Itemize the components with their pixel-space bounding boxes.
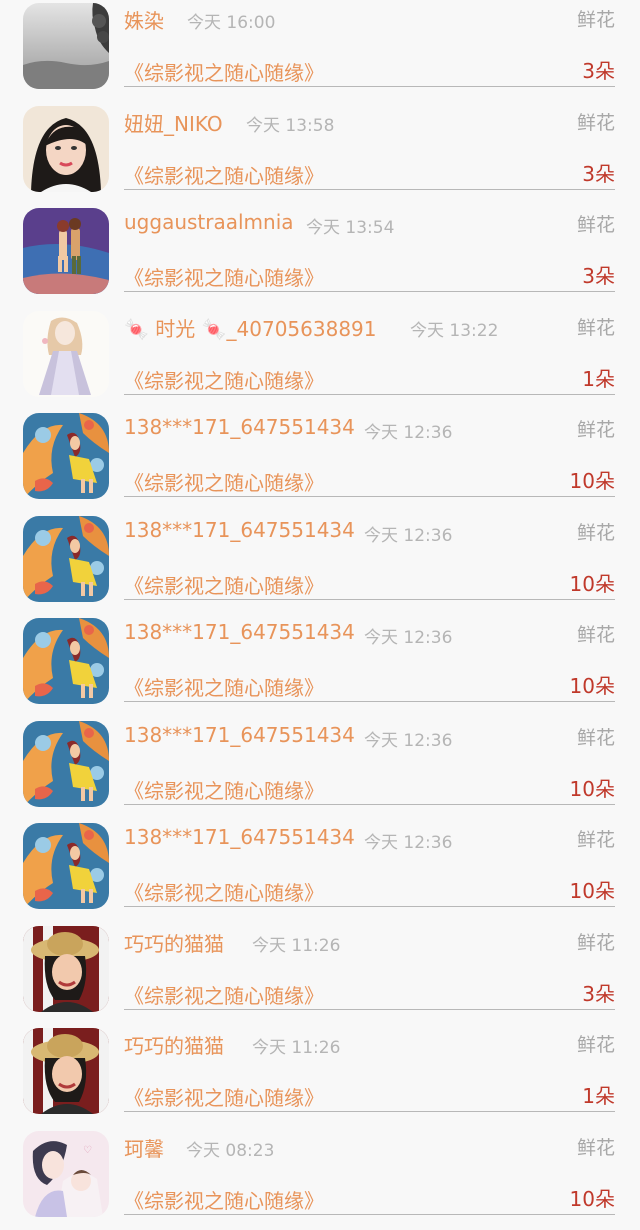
timestamp: 今天 12:36 — [364, 726, 452, 751]
gift-type-label: 鲜花 — [577, 108, 615, 135]
list-item[interactable]: uggaustraalmnia 今天 13:54 鲜花 《综影视之随心随缘》 3… — [0, 205, 640, 308]
divider — [124, 394, 615, 395]
user-name[interactable]: 珂馨 — [124, 1133, 164, 1162]
gift-type-label: 鲜花 — [577, 415, 615, 442]
gift-type-label: 鲜花 — [577, 5, 615, 32]
list-item[interactable]: 妞妞_NIKO 今天 13:58 鲜花 《综影视之随心随缘》 3朵 — [0, 103, 640, 206]
gift-count: 3朵 — [582, 55, 615, 84]
woman-straw-hat-avatar[interactable] — [23, 1028, 109, 1114]
cartoon-girl-blue-avatar[interactable] — [23, 823, 109, 909]
book-title[interactable]: 《综影视之随心随缘》 — [124, 672, 324, 701]
user-name[interactable]: 138***171_647551434 — [124, 723, 355, 747]
user-name[interactable]: 妞妞_NIKO — [124, 108, 223, 137]
book-title[interactable]: 《综影视之随心随缘》 — [124, 1185, 324, 1214]
gift-type-label: 鲜花 — [577, 518, 615, 545]
gift-count: 10朵 — [570, 465, 615, 494]
book-title[interactable]: 《综影视之随心随缘》 — [124, 775, 324, 804]
list-item[interactable]: 138***171_647551434 今天 12:36 鲜花 《综影视之随心随… — [0, 718, 640, 821]
timestamp: 今天 08:23 — [186, 1136, 274, 1161]
book-title[interactable]: 《综影视之随心随缘》 — [124, 57, 324, 86]
cartoon-girl-blue-avatar[interactable] — [23, 618, 109, 704]
cartoon-girl-blue-avatar[interactable] — [23, 516, 109, 602]
portrait-woman-avatar[interactable] — [23, 106, 109, 192]
list-item[interactable]: 138***171_647551434 今天 12:36 鲜花 《综影视之随心随… — [0, 410, 640, 513]
list-item[interactable]: ♡ 珂馨 今天 08:23 鲜花 《综影视之随心随缘》 10朵 — [0, 1128, 640, 1230]
woman-straw-hat-avatar[interactable] — [23, 926, 109, 1012]
user-name[interactable]: 巧巧的猫猫 — [124, 928, 224, 957]
divider — [124, 86, 615, 87]
timestamp: 今天 12:36 — [364, 828, 452, 853]
divider — [124, 906, 615, 907]
couple-on-beach-avatar[interactable] — [23, 208, 109, 294]
user-name[interactable]: 🍬 时光 🍬_40705638891 — [124, 313, 377, 342]
svg-text:♡: ♡ — [83, 1145, 92, 1156]
divider — [124, 804, 615, 805]
gift-type-label: 鲜花 — [577, 620, 615, 647]
divider — [124, 496, 615, 497]
user-name[interactable]: 巧巧的猫猫 — [124, 1030, 224, 1059]
list-item[interactable]: 🍬 时光 🍬_40705638891 今天 13:22 鲜花 《综影视之随心随缘… — [0, 308, 640, 411]
gift-type-label: 鲜花 — [577, 1133, 615, 1160]
divider — [124, 291, 615, 292]
gift-type-label: 鲜花 — [577, 210, 615, 237]
timestamp: 今天 13:54 — [306, 213, 394, 238]
timestamp: 今天 11:26 — [252, 1033, 340, 1058]
book-title[interactable]: 《综影视之随心随缘》 — [124, 877, 324, 906]
gift-count: 3朵 — [582, 978, 615, 1007]
user-name[interactable]: 138***171_647551434 — [124, 825, 355, 849]
divider — [124, 1009, 615, 1010]
list-item[interactable]: 巧巧的猫猫 今天 11:26 鲜花 《综影视之随心随缘》 1朵 — [0, 1025, 640, 1128]
user-name[interactable]: 138***171_647551434 — [124, 518, 355, 542]
timestamp: 今天 12:36 — [364, 623, 452, 648]
gift-count: 1朵 — [582, 1080, 615, 1109]
book-title[interactable]: 《综影视之随心随缘》 — [124, 467, 324, 496]
gift-count: 10朵 — [570, 568, 615, 597]
gift-count: 10朵 — [570, 1183, 615, 1212]
foggy-landscape-avatar[interactable] — [23, 3, 109, 89]
gift-count: 10朵 — [570, 670, 615, 699]
book-title[interactable]: 《综影视之随心随缘》 — [124, 980, 324, 1009]
user-name[interactable]: 138***171_647551434 — [124, 620, 355, 644]
divider — [124, 701, 615, 702]
timestamp: 今天 12:36 — [364, 521, 452, 546]
divider — [124, 189, 615, 190]
timestamp: 今天 11:26 — [252, 931, 340, 956]
gift-type-label: 鲜花 — [577, 313, 615, 340]
book-title[interactable]: 《综影视之随心随缘》 — [124, 365, 324, 394]
timestamp: 今天 16:00 — [187, 8, 275, 33]
book-title[interactable]: 《综影视之随心随缘》 — [124, 570, 324, 599]
list-item[interactable]: 姝染 今天 16:00 鲜花 《综影视之随心随缘》 3朵 — [0, 0, 640, 103]
timestamp: 今天 13:58 — [246, 111, 334, 136]
cartoon-girl-blue-avatar[interactable] — [23, 721, 109, 807]
gift-type-label: 鲜花 — [577, 723, 615, 750]
gift-type-label: 鲜花 — [577, 825, 615, 852]
list-item[interactable]: 138***171_647551434 今天 12:36 鲜花 《综影视之随心随… — [0, 820, 640, 923]
timestamp: 今天 12:36 — [364, 418, 452, 443]
list-item[interactable]: 138***171_647551434 今天 12:36 鲜花 《综影视之随心随… — [0, 615, 640, 718]
divider — [124, 1111, 615, 1112]
gift-count: 3朵 — [582, 158, 615, 187]
timestamp: 今天 13:22 — [410, 316, 498, 341]
gift-record-list: 姝染 今天 16:00 鲜花 《综影视之随心随缘》 3朵 妞妞_NIKO 今天 … — [0, 0, 640, 1230]
cartoon-girl-blue-avatar[interactable] — [23, 413, 109, 499]
book-title[interactable]: 《综影视之随心随缘》 — [124, 160, 324, 189]
anime-couple-avatar[interactable]: ♡ — [23, 1131, 109, 1217]
gift-type-label: 鲜花 — [577, 928, 615, 955]
gift-count: 10朵 — [570, 875, 615, 904]
illustrated-girl-dress-avatar[interactable] — [23, 311, 109, 397]
gift-count: 1朵 — [582, 363, 615, 392]
gift-count: 10朵 — [570, 773, 615, 802]
book-title[interactable]: 《综影视之随心随缘》 — [124, 262, 324, 291]
gift-type-label: 鲜花 — [577, 1030, 615, 1057]
book-title[interactable]: 《综影视之随心随缘》 — [124, 1082, 324, 1111]
user-name[interactable]: uggaustraalmnia — [124, 210, 294, 234]
divider — [124, 599, 615, 600]
list-item[interactable]: 巧巧的猫猫 今天 11:26 鲜花 《综影视之随心随缘》 3朵 — [0, 923, 640, 1026]
gift-count: 3朵 — [582, 260, 615, 289]
list-item[interactable]: 138***171_647551434 今天 12:36 鲜花 《综影视之随心随… — [0, 513, 640, 616]
user-name[interactable]: 138***171_647551434 — [124, 415, 355, 439]
user-name[interactable]: 姝染 — [124, 5, 164, 34]
